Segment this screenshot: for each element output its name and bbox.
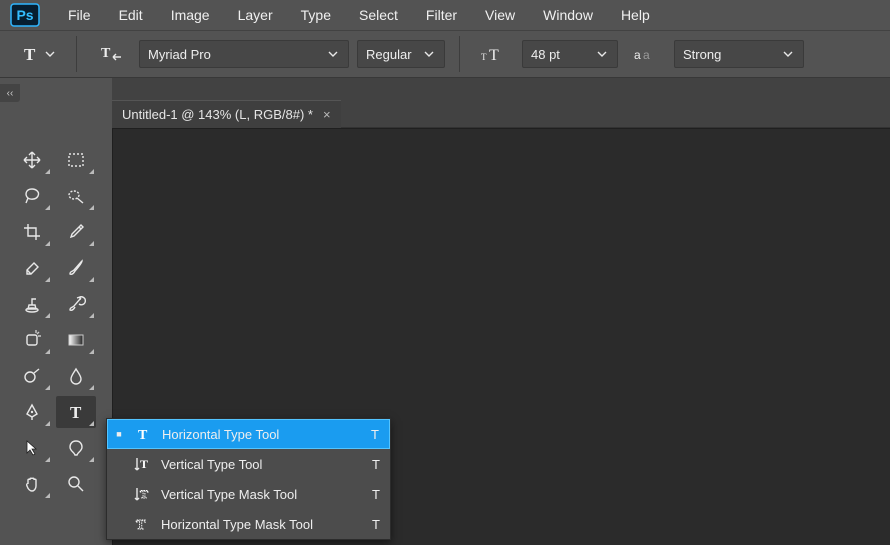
marquee-tool[interactable] <box>56 144 96 176</box>
brush-tool[interactable] <box>56 252 96 284</box>
document-tab-title: Untitled-1 @ 143% (L, RGB/8#) * <box>122 107 313 122</box>
flyout-horizontal-type[interactable]: ■ T Horizontal Type Tool T <box>107 419 390 449</box>
menu-bar: Ps File Edit Image Layer Type Select Fil… <box>0 0 890 30</box>
tool-preset-picker[interactable]: T <box>14 39 62 69</box>
font-style-value: Regular <box>366 47 422 62</box>
pen-tool[interactable] <box>12 396 52 428</box>
path-select-tool[interactable] <box>12 432 52 464</box>
separator <box>459 36 460 72</box>
document-tab-strip: Untitled-1 @ 143% (L, RGB/8#) * × <box>112 100 341 128</box>
menu-window[interactable]: Window <box>529 0 607 30</box>
shape-tool[interactable] <box>56 432 96 464</box>
lasso-tool[interactable] <box>12 180 52 212</box>
font-size-value: 48 pt <box>531 47 595 62</box>
menu-layer[interactable]: Layer <box>224 0 287 30</box>
gradient-tool[interactable] <box>56 324 96 356</box>
horizontal-type-icon: T <box>132 425 154 443</box>
blur-tool[interactable] <box>56 360 96 392</box>
zoom-tool[interactable] <box>56 468 96 500</box>
svg-text:T: T <box>140 487 148 501</box>
panel-collapse-button[interactable]: ‹‹ <box>0 84 20 102</box>
svg-text:T: T <box>101 46 111 61</box>
flyout-item-label: Vertical Type Tool <box>161 457 364 472</box>
menu-image[interactable]: Image <box>157 0 224 30</box>
dodge-tool[interactable] <box>12 360 52 392</box>
flyout-item-label: Horizontal Type Mask Tool <box>161 517 364 532</box>
chevron-down-icon <box>326 49 340 59</box>
type-tool-flyout: ■ T Horizontal Type Tool T T Vertical Ty… <box>106 418 391 540</box>
menu-edit[interactable]: Edit <box>105 0 157 30</box>
flyout-vertical-type[interactable]: T Vertical Type Tool T <box>107 449 390 479</box>
spot-heal-tool[interactable] <box>12 324 52 356</box>
eyedropper-tool[interactable] <box>56 216 96 248</box>
active-dot-icon: ■ <box>114 429 124 439</box>
chevron-down-icon <box>595 49 609 59</box>
antialias-icon: a a <box>632 40 660 68</box>
antialias-value: Strong <box>683 47 781 62</box>
svg-text:T: T <box>140 457 148 471</box>
hand-tool[interactable] <box>12 468 52 500</box>
antialias-dropdown[interactable]: Strong <box>674 40 804 68</box>
font-family-dropdown[interactable]: Myriad Pro <box>139 40 349 68</box>
flyout-item-shortcut: T <box>372 457 380 472</box>
separator <box>76 36 77 72</box>
menu-file[interactable]: File <box>54 0 105 30</box>
flyout-item-label: Vertical Type Mask Tool <box>161 487 364 502</box>
flyout-item-label: Horizontal Type Tool <box>162 427 363 442</box>
horizontal-type-mask-icon: T <box>131 515 153 533</box>
menu-filter[interactable]: Filter <box>412 0 471 30</box>
menu-view[interactable]: View <box>471 0 529 30</box>
svg-text:a: a <box>634 48 641 62</box>
font-size-icon: T T <box>480 40 508 68</box>
chevron-down-icon <box>781 49 795 59</box>
menu-select[interactable]: Select <box>345 0 412 30</box>
svg-text:T: T <box>481 52 487 62</box>
svg-text:T: T <box>136 518 146 533</box>
quick-selection-tool[interactable] <box>56 180 96 212</box>
font-family-value: Myriad Pro <box>148 47 326 62</box>
flyout-vertical-type-mask[interactable]: T Vertical Type Mask Tool T <box>107 479 390 509</box>
font-size-dropdown[interactable]: 48 pt <box>522 40 618 68</box>
chevron-down-icon <box>45 49 55 59</box>
svg-text:T: T <box>138 428 148 443</box>
menu-help[interactable]: Help <box>607 0 664 30</box>
app-logo: Ps <box>8 3 42 27</box>
svg-text:a: a <box>643 48 650 62</box>
menu-type[interactable]: Type <box>287 0 345 30</box>
flyout-item-shortcut: T <box>372 487 380 502</box>
history-brush-tool[interactable] <box>56 288 96 320</box>
clone-stamp-tool[interactable] <box>12 288 52 320</box>
flyout-horizontal-type-mask[interactable]: T Horizontal Type Mask Tool T <box>107 509 390 539</box>
svg-text:T: T <box>70 403 82 422</box>
svg-text:T: T <box>24 45 36 64</box>
type-tool[interactable]: T <box>56 396 96 428</box>
vertical-type-mask-icon: T <box>131 485 153 503</box>
move-tool[interactable] <box>12 144 52 176</box>
svg-text:Ps: Ps <box>16 7 33 23</box>
close-icon[interactable]: × <box>323 107 331 122</box>
eraser-tool[interactable] <box>12 252 52 284</box>
chevron-down-icon <box>422 49 436 59</box>
flyout-item-shortcut: T <box>372 517 380 532</box>
toolbox: T <box>8 140 102 504</box>
flyout-item-shortcut: T <box>371 427 379 442</box>
crop-tool[interactable] <box>12 216 52 248</box>
svg-text:T: T <box>489 47 499 64</box>
document-tab[interactable]: Untitled-1 @ 143% (L, RGB/8#) * × <box>112 100 341 128</box>
font-style-dropdown[interactable]: Regular <box>357 40 445 68</box>
options-bar: T T Myriad Pro Regular T T 48 pt a a Str… <box>0 30 890 78</box>
toggle-orientation-button[interactable]: T <box>97 40 125 68</box>
vertical-type-icon: T <box>131 455 153 473</box>
